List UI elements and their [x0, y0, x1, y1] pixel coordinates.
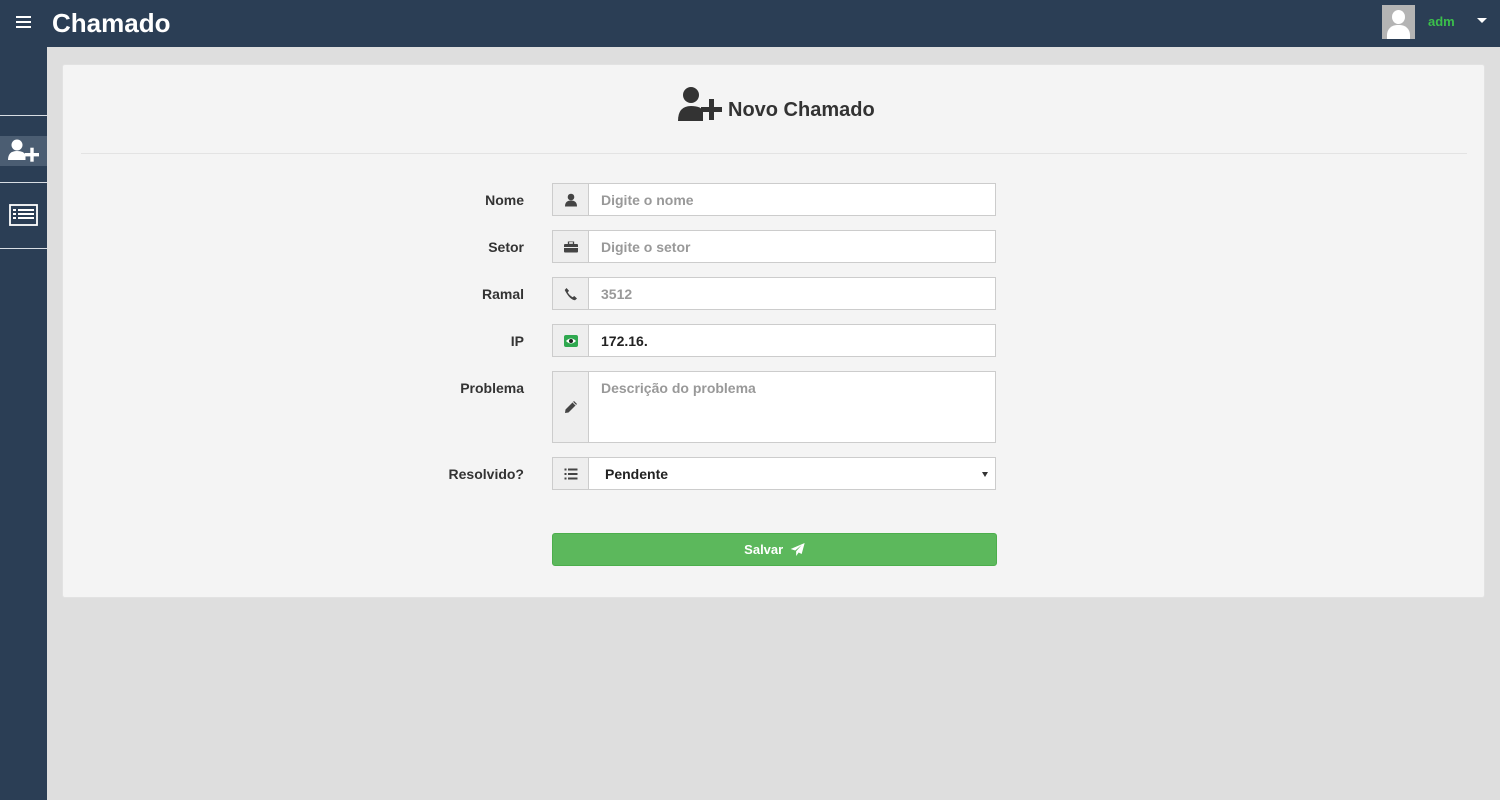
problema-label: Problema — [460, 380, 524, 396]
sidebar-divider — [0, 248, 47, 249]
ramal-field[interactable]: 3512 — [552, 277, 996, 310]
nome-placeholder: Digite o nome — [601, 192, 694, 208]
divider — [81, 153, 1467, 154]
sidebar — [0, 47, 47, 800]
caret-down-icon[interactable] — [1477, 18, 1487, 23]
save-label: Salvar — [744, 542, 784, 557]
user-plus-icon — [8, 139, 39, 162]
problema-textarea[interactable]: Descrição do problema — [552, 371, 996, 443]
resolvido-select[interactable]: Pendente — [552, 457, 996, 490]
setor-field[interactable]: Digite o setor — [552, 230, 996, 263]
resolvido-selected: Pendente — [605, 466, 669, 482]
avatar[interactable] — [1382, 5, 1415, 39]
list-icon — [9, 204, 38, 226]
ip-label: IP — [510, 333, 524, 349]
ip-addon — [553, 325, 589, 356]
user-icon — [564, 193, 577, 206]
username[interactable]: adm — [1428, 14, 1455, 29]
nome-label: Nome — [485, 192, 524, 208]
ramal-addon — [553, 278, 589, 309]
ramal-label: Ramal — [481, 286, 524, 302]
save-button[interactable]: Salvar — [552, 533, 997, 566]
phone-icon — [564, 287, 577, 300]
form-card: Novo Chamado Nome Digite o nome Setor Di… — [62, 64, 1485, 598]
sidebar-item-lista[interactable] — [0, 200, 47, 230]
menu-icon[interactable] — [16, 16, 31, 29]
pencil-icon — [564, 401, 577, 413]
nome-field[interactable]: Digite o nome — [552, 183, 996, 216]
sidebar-item-novo-chamado[interactable] — [0, 136, 47, 166]
app-title[interactable]: Chamado — [52, 8, 170, 38]
caret-down-icon[interactable] — [982, 472, 988, 477]
setor-placeholder: Digite o setor — [601, 239, 691, 255]
setor-addon — [553, 231, 589, 262]
page-title-text: Novo Chamado — [728, 99, 875, 121]
list-icon — [564, 468, 577, 479]
setor-label: Setor — [488, 239, 524, 255]
ip-value: 172.16. — [601, 333, 648, 349]
save-button-content: Salvar — [744, 542, 805, 557]
resolvido-addon — [553, 458, 589, 489]
resolvido-label: Resolvido? — [448, 466, 524, 482]
sidebar-divider — [0, 115, 47, 116]
briefcase-icon — [563, 241, 578, 252]
problema-addon — [553, 372, 589, 442]
send-icon — [790, 543, 805, 556]
user-plus-icon — [678, 87, 722, 121]
ramal-placeholder: 3512 — [601, 286, 633, 302]
eye-icon — [563, 334, 578, 347]
top-navbar: Chamado adm — [0, 0, 1500, 47]
problema-placeholder: Descrição do problema — [601, 380, 756, 396]
ip-field[interactable]: 172.16. — [552, 324, 996, 357]
sidebar-divider — [0, 182, 47, 183]
nome-addon — [553, 184, 589, 215]
